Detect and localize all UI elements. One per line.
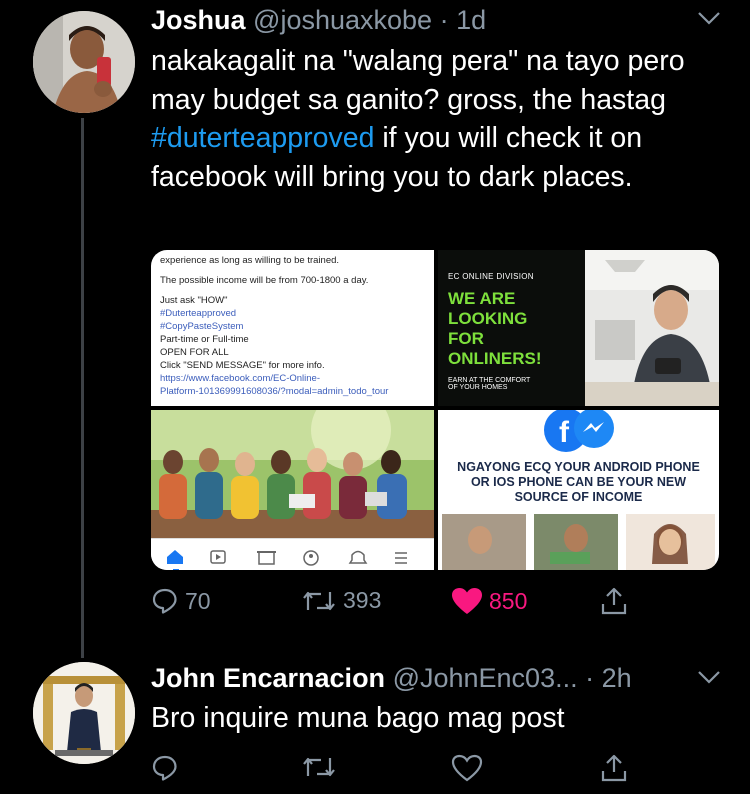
- reply-icon: [152, 588, 177, 614]
- people-photo: [151, 410, 434, 538]
- retweet-button[interactable]: [301, 754, 337, 780]
- share-button[interactable]: [601, 754, 627, 782]
- marketplace-icon: [257, 551, 276, 565]
- heart-icon: [451, 754, 483, 782]
- post-hashtag: #Duterteapproved: [160, 308, 237, 319]
- like-button[interactable]: 850: [451, 587, 527, 615]
- ad-line: SOURCE OF INCOME: [514, 490, 643, 504]
- timestamp[interactable]: 1d: [456, 5, 486, 35]
- avatar-photo: [33, 662, 135, 764]
- bell-icon: [348, 550, 368, 564]
- ad-division: EC ONLINE DIVISION: [448, 272, 534, 281]
- media-image-facebook-post[interactable]: experience as long as willing to be trai…: [151, 250, 434, 406]
- retweet-button[interactable]: 393: [301, 587, 381, 614]
- tweet-header: John Encarnacion @JohnEnc03... · 2h: [151, 661, 632, 695]
- hashtag-link[interactable]: #duterteapproved: [151, 122, 374, 154]
- separator-dot: ·: [432, 5, 457, 35]
- share-icon: [601, 587, 627, 615]
- post-line: OPEN FOR ALL: [160, 347, 229, 358]
- post-line: experience as long as willing to be trai…: [160, 255, 340, 266]
- reply-count: 70: [185, 587, 211, 614]
- timestamp[interactable]: 2h: [602, 663, 632, 693]
- tweet-john[interactable]: John Encarnacion @JohnEnc03... · 2h Bro …: [0, 650, 750, 794]
- media-image-group-photo[interactable]: [151, 410, 434, 570]
- separator-dot: ·: [577, 663, 602, 693]
- avatar[interactable]: [33, 662, 135, 764]
- avatar-photo: [33, 11, 135, 113]
- post-url: https://www.facebook.com/EC-Online-: [160, 373, 320, 384]
- chevron-down-icon[interactable]: [697, 669, 721, 690]
- home-icon: [167, 550, 183, 564]
- ad-headline: WE ARE: [448, 289, 516, 308]
- retweet-icon: [303, 757, 335, 777]
- tweet-joshua[interactable]: Joshua @joshuaxkobe · 1d nakakagalit na …: [0, 0, 750, 658]
- ad-headline: ONLINERS!: [448, 349, 542, 368]
- author-name[interactable]: John Encarnacion: [151, 663, 385, 693]
- tweet-text: nakakagalit na "walang pera" na tayo per…: [151, 42, 711, 196]
- reply-icon: [152, 755, 177, 781]
- post-line: Part-time or Full-time: [160, 334, 249, 345]
- reply-button[interactable]: [151, 754, 179, 782]
- post-line: The possible income will be from 700-180…: [160, 275, 369, 286]
- heart-icon: [452, 588, 482, 614]
- man-with-phone-photo: [585, 250, 719, 406]
- ecq-ad-text: NGAYONG ECQ YOUR ANDROID PHONE OR IOS PH…: [438, 460, 719, 505]
- faces-strip: [442, 514, 715, 570]
- reply-button[interactable]: 70: [151, 587, 211, 615]
- ad-line: OR IOS PHONE CAN BE YOUR NEW: [470, 475, 687, 489]
- ad-text-block: EC ONLINE DIVISION WE ARE LOOKING FOR ON…: [448, 272, 583, 391]
- ad-headline: FOR: [448, 329, 484, 348]
- author-handle[interactable]: @JohnEnc03...: [393, 663, 578, 693]
- retweet-icon: [303, 591, 335, 610]
- share-button[interactable]: [601, 587, 627, 615]
- menu-icon: [395, 552, 407, 564]
- tweet-text-part: nakakagalit na "walang pera" na tayo per…: [151, 45, 685, 116]
- post-url: Platform-101369991608036/?modal=admin_to…: [160, 386, 389, 397]
- avatar[interactable]: [33, 11, 135, 113]
- post-line: Click "SEND MESSAGE" for more info.: [160, 360, 325, 371]
- ad-sub: OF YOUR HOMES: [448, 384, 508, 391]
- groups-icon: [303, 550, 319, 566]
- share-icon: [601, 754, 627, 782]
- author-handle[interactable]: @joshuaxkobe: [253, 5, 432, 35]
- chevron-down-icon[interactable]: [697, 10, 721, 31]
- like-button[interactable]: [451, 754, 483, 782]
- author-name[interactable]: Joshua: [151, 5, 246, 35]
- svg-text:f: f: [559, 416, 570, 449]
- video-icon: [210, 550, 226, 564]
- ad-headline: LOOKING: [448, 309, 528, 328]
- ad-line: NGAYONG ECQ YOUR ANDROID PHONE: [457, 460, 700, 474]
- ad-sub: EARN AT THE COMFORT: [448, 377, 531, 384]
- facebook-nav-bar: [151, 538, 434, 570]
- tweet-actions: 70 393 850: [151, 587, 731, 621]
- post-hashtag: #CopyPasteSystem: [160, 321, 244, 332]
- tweet-text: Bro inquire muna bago mag post: [151, 702, 565, 734]
- like-count: 850: [489, 587, 528, 614]
- media-image-ecq-ad[interactable]: f NGAYONG ECQ YOUR ANDROID PHONE OR IOS …: [438, 410, 719, 570]
- thread-line: [81, 118, 84, 658]
- retweet-count: 393: [343, 587, 382, 613]
- tweet-actions: [151, 754, 731, 788]
- media-grid[interactable]: experience as long as willing to be trai…: [151, 250, 719, 570]
- messenger-facebook-logos: f: [544, 410, 614, 452]
- media-image-onliners-ad[interactable]: EC ONLINE DIVISION WE ARE LOOKING FOR ON…: [438, 250, 719, 406]
- post-line: Just ask "HOW": [160, 295, 228, 306]
- tweet-header: Joshua @joshuaxkobe · 1d: [151, 3, 486, 37]
